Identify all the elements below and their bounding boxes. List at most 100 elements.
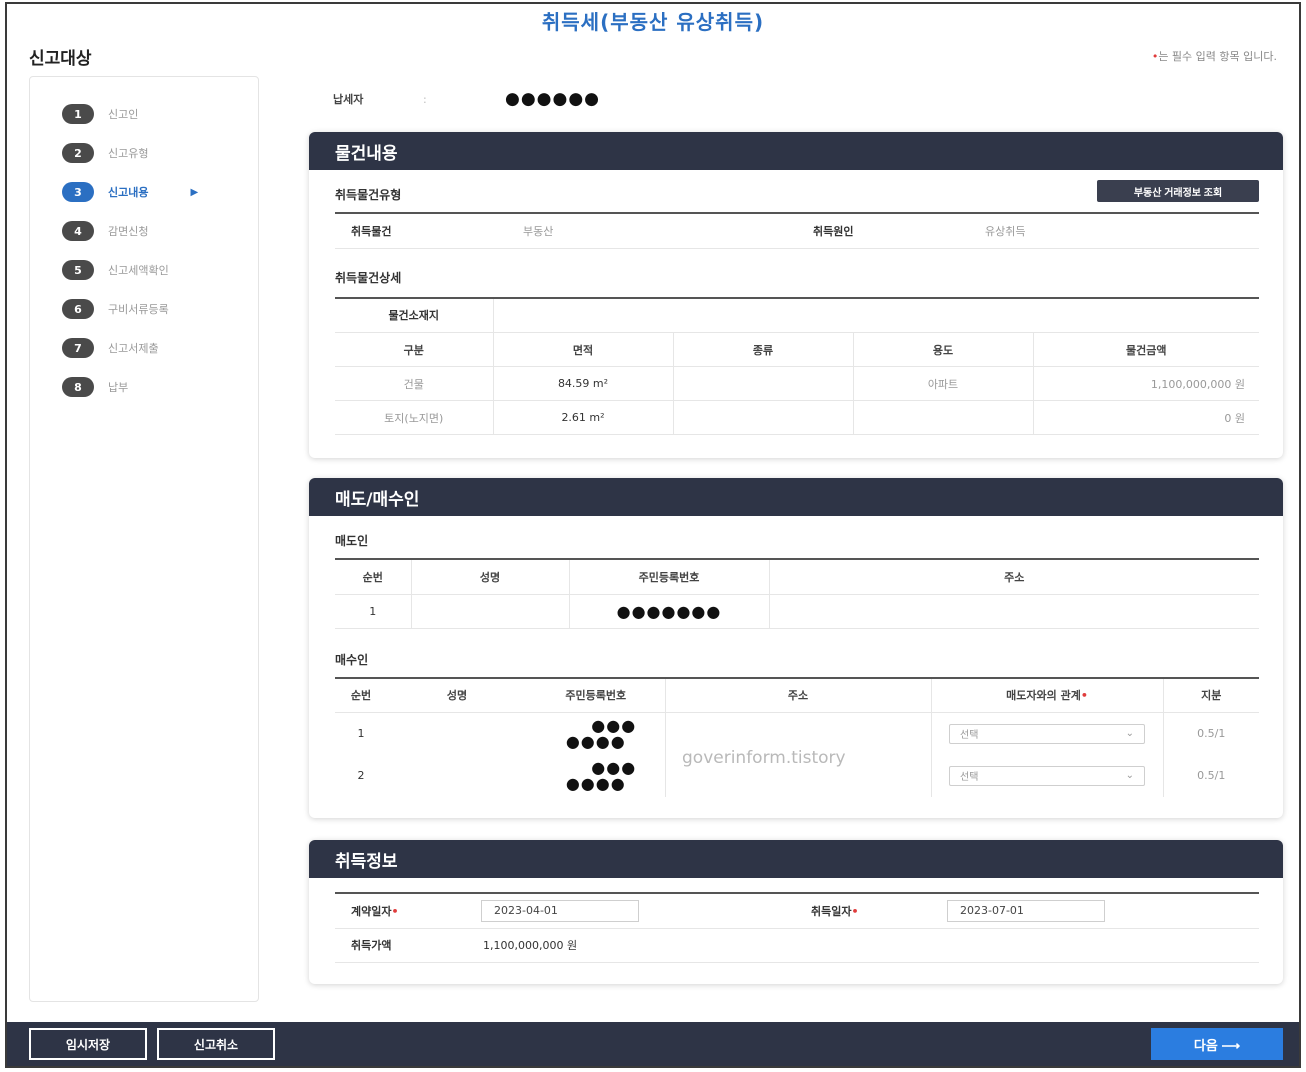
buyer-title: 매수인 (335, 652, 369, 667)
table-cell: 2.61 m² (493, 400, 674, 435)
contract-date-label: 계약일자 (351, 904, 392, 918)
step-item-4[interactable]: 4 감면신청 (62, 220, 148, 242)
col-header: 성명 (411, 560, 570, 595)
next-button[interactable]: 다음 ⟶ (1151, 1028, 1283, 1060)
location-label: 물건소재지 (335, 298, 494, 333)
table-cell (769, 594, 1259, 629)
col-header: 순번 (335, 678, 387, 713)
acq-date-label: 취득일자 (811, 904, 852, 918)
step-item-6[interactable]: 6 구비서류등록 (62, 298, 169, 320)
seller-title: 매도인 (335, 534, 369, 548)
payer-label: 납세자 (333, 93, 364, 106)
acquisition-table: 계약일자• 2023-04-01 취득일자• 2023-07-01 취득가액 1… (335, 894, 1259, 963)
table-cell: 0 원 (1033, 400, 1259, 435)
parties-panel-header: 매도/매수인 (309, 478, 1283, 516)
property-panel-header: 물건내용 (309, 132, 1283, 170)
table-row: 1 ●●●●●●● (335, 594, 1259, 629)
acq-cause-value: 유상취득 (969, 214, 1259, 249)
price-label: 취득가액 (335, 928, 465, 963)
table-cell: 2 (357, 769, 365, 782)
col-header: 성명 (387, 678, 527, 713)
app-frame: 취득세(부동산 유상취득) 신고대상 •는 필수 입력 항목 입니다. 1 신고인… (5, 2, 1301, 1068)
table-cell: 아파트 (853, 366, 1034, 401)
chevron-down-icon: ⌄ (1125, 728, 1134, 740)
col-header: 주민등록번호 (569, 560, 770, 595)
step-label: 납부 (108, 381, 129, 394)
table-cell: 1 (357, 727, 365, 741)
table-cell: 1,100,000,000 원 (1033, 366, 1259, 401)
acq-object-value: 부동산 (507, 214, 797, 249)
table-cell (853, 400, 1034, 435)
payer-value: ●●●●●● (505, 89, 601, 109)
required-note: •는 필수 입력 항목 입니다. (1152, 48, 1277, 64)
required-mark: • (391, 904, 399, 918)
bottom-action-bar: 임시저장 신고취소 다음 ⟶ (7, 1022, 1299, 1066)
acq-detail-title: 취득물건상세 (335, 270, 402, 285)
col-header: 면적 (493, 332, 674, 367)
col-header: 구분 (335, 332, 494, 367)
col-header: 주소 (769, 560, 1259, 595)
table-row: 건물 84.59 m² 아파트 1,100,000,000 원 (335, 366, 1259, 401)
relation-select[interactable]: 선택 ⌄ (949, 723, 1145, 744)
step-number: 1 (62, 104, 94, 124)
seller-table: 순번 성명 주민등록번호 주소 1 ●●●●●●● (335, 560, 1259, 629)
temp-save-button[interactable]: 임시저장 (29, 1028, 147, 1060)
relation-select[interactable]: 선택 ⌄ (949, 765, 1145, 786)
step-item-7[interactable]: 7 신고서제출 (62, 337, 159, 359)
contract-date-cell: 2023-04-01 (465, 894, 795, 929)
masked-line: ●●●● (565, 731, 626, 751)
masked-line: ●●●● (565, 773, 626, 793)
acq-type-table: 취득물건 부동산 취득원인 유상취득 (335, 214, 1259, 249)
property-detail-table: 물건소재지 구분 면적 종류 용도 물건금액 건물 84.59 m² 아파트 1… (335, 298, 1259, 435)
step-number: 3 (62, 182, 94, 202)
acquisition-panel-header: 취득정보 (309, 840, 1283, 878)
table-cell (387, 755, 527, 797)
acq-date-cell: 2023-07-01 (931, 894, 1259, 929)
step-number: 4 (62, 221, 94, 241)
cancel-report-button[interactable]: 신고취소 (157, 1028, 275, 1060)
step-number: 6 (62, 299, 94, 319)
col-header: 순번 (335, 560, 412, 595)
col-header: 매도자와의 관계• (931, 678, 1164, 713)
step-label: 신고세액확인 (108, 264, 169, 277)
step-label: 구비서류등록 (108, 303, 169, 316)
step-sidebar: 1 신고인 2 신고유형 3 신고내용 ▶ 4 감면신청 5 신고세액확인 6 구비서류등록 … (29, 76, 259, 1002)
contract-date-field[interactable]: 2023-04-01 (481, 899, 639, 922)
buyer-table: 순번 성명 주민등록번호 주소 매도자와의 관계• 지분 1 ●●● ●●●● 선… (335, 678, 1259, 797)
contract-date-label-cell: 계약일자• (335, 894, 465, 929)
required-mark: • (1080, 689, 1088, 703)
page-title: 취득세(부동산 유상취득) (541, 10, 765, 34)
step-label: 신고인 (108, 108, 139, 121)
acq-date-field[interactable]: 2023-07-01 (947, 899, 1105, 922)
step-number: 8 (62, 377, 94, 397)
watermark: goverinform.tistory (682, 748, 846, 768)
price-value: 1,100,000,000 원 (465, 928, 1259, 963)
step-item-3[interactable]: 3 신고내용 ▶ (62, 181, 198, 203)
step-item-2[interactable]: 2 신고유형 (62, 142, 148, 164)
buyer-id-masked: ●●● ●●●● (527, 754, 666, 797)
step-item-5[interactable]: 5 신고세액확인 (62, 259, 169, 281)
table-cell (673, 366, 854, 401)
acquisition-panel: 취득정보 계약일자• 2023-04-01 취득일자• 2023-07-01 취… (309, 840, 1283, 984)
col-header: 주민등록번호 (527, 678, 666, 713)
chevron-down-icon: ⌄ (1125, 770, 1134, 781)
table-cell: 84.59 m² (493, 366, 674, 401)
location-value (493, 298, 1259, 333)
relation-cell: 선택 ⌄ (931, 712, 1164, 755)
acq-object-label: 취득물건 (335, 214, 507, 249)
real-estate-lookup-button[interactable]: 부동산 거래정보 조회 (1097, 180, 1259, 202)
required-mark: • (851, 904, 859, 918)
section-label: 신고대상 (29, 49, 92, 69)
table-cell: 0.5/1 (1197, 769, 1226, 782)
col-header: 물건금액 (1033, 332, 1259, 367)
col-header: 종류 (673, 332, 854, 367)
step-item-1[interactable]: 1 신고인 (62, 103, 138, 125)
col-header: 주소 (665, 678, 932, 713)
table-cell: 1 (335, 594, 412, 629)
step-item-8[interactable]: 8 납부 (62, 376, 128, 398)
step-label: 신고서제출 (108, 342, 159, 355)
payer-row: 납세자 : ●●●●●● (309, 82, 1281, 116)
step-number: 2 (62, 143, 94, 163)
relation-header-label: 매도자와의 관계 (1006, 689, 1081, 703)
payer-separator: : (423, 92, 427, 106)
